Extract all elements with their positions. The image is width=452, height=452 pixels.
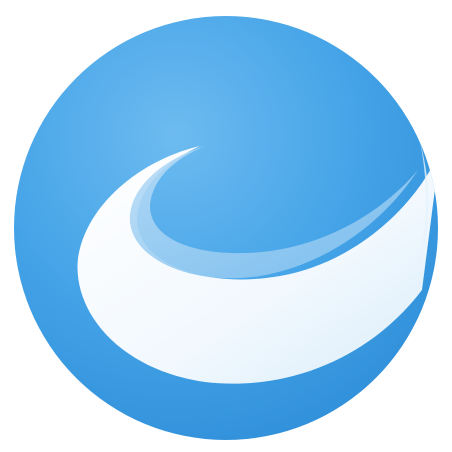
wave-swirl-logo-icon bbox=[14, 16, 438, 440]
app-icon-canvas bbox=[0, 0, 452, 452]
